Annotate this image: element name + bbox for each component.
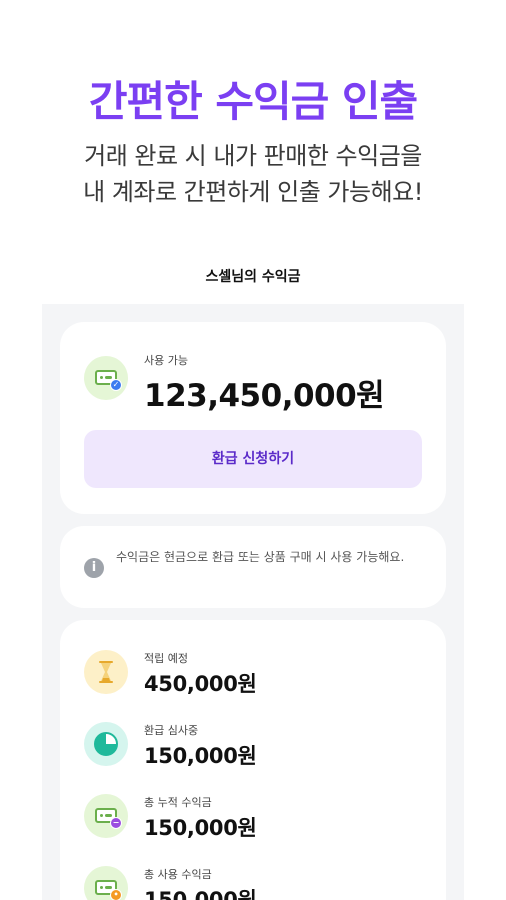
earnings-panel: ✓ 사용 가능 123,450,000원 환급 신청하기 i 수익금은 현금으로… — [42, 304, 464, 900]
hourglass-icon — [84, 650, 128, 694]
stat-label: 적립 예정 — [144, 652, 188, 665]
available-label: 사용 가능 — [144, 354, 188, 367]
stat-label: 환급 심사중 — [144, 724, 199, 737]
money-check-icon: ✓ — [84, 356, 128, 400]
promo-subline-2: 내 계좌로 간편하게 인출 가능해요! — [83, 178, 423, 206]
refund-request-button[interactable]: 환급 신청하기 — [84, 430, 422, 488]
money-minus-icon: − — [84, 794, 128, 838]
info-icon: i — [84, 558, 104, 578]
stat-label: 총 누적 수익금 — [144, 796, 212, 809]
stat-amount: 150,000원 — [144, 888, 257, 900]
promo-headline: 간편한 수익금 인출 — [88, 77, 418, 126]
promo-subline-1: 거래 완료 시 내가 판매한 수익금을 — [84, 142, 422, 170]
info-card: i 수익금은 현금으로 환급 또는 상품 구매 시 사용 가능해요. — [60, 526, 446, 608]
screen-title: 스셀님의 수익금 — [205, 269, 301, 285]
stat-label: 총 사용 수익금 — [144, 868, 212, 881]
stat-amount: 150,000원 — [144, 744, 257, 768]
balance-card: ✓ 사용 가능 123,450,000원 환급 신청하기 — [60, 322, 446, 514]
info-text: 수익금은 현금으로 환급 또는 상품 구매 시 사용 가능해요. — [116, 550, 405, 564]
money-coin-icon: • — [84, 866, 128, 900]
available-amount: 123,450,000원 — [144, 378, 385, 414]
stat-amount: 150,000원 — [144, 816, 257, 840]
stat-amount: 450,000원 — [144, 672, 257, 696]
stats-card: 적립 예정 450,000원 환급 심사중 150,000원 − 총 누적 수익… — [60, 620, 446, 900]
pie-chart-icon — [84, 722, 128, 766]
